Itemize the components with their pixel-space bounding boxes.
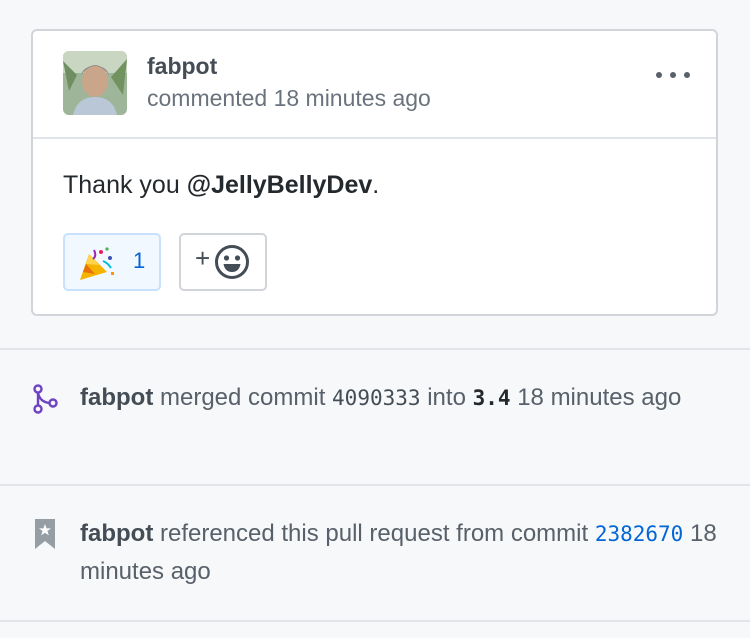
- bookmark-icon: [35, 519, 55, 549]
- comment-time[interactable]: 18 minutes ago: [274, 85, 431, 111]
- branch-name: 3.4: [472, 386, 511, 410]
- more-options-button[interactable]: [656, 65, 690, 85]
- comment-body-prefix: Thank you: [63, 171, 187, 199]
- comment-author[interactable]: fabpot: [147, 53, 217, 80]
- event-verb: merged commit: [159, 384, 326, 411]
- reaction-count: 1: [133, 248, 146, 273]
- reference-event-text: fabpot referenced this pull request from…: [80, 515, 720, 590]
- comment-card: fabpot commented 18 minutes ago Thank yo…: [31, 29, 718, 316]
- more-dot-icon: [684, 72, 690, 78]
- commit-link[interactable]: 2382670: [595, 522, 684, 546]
- event-verb: referenced this pull request from commit: [159, 520, 589, 547]
- more-dot-icon: [670, 72, 676, 78]
- merge-event-text: fabpot merged commit 4090333 into 3.4 18…: [80, 379, 720, 417]
- reaction-button[interactable]: 1: [63, 233, 161, 291]
- timeline-divider: [0, 620, 750, 622]
- more-dot-icon: [656, 72, 662, 78]
- event-actor[interactable]: fabpot: [80, 520, 153, 547]
- event-time[interactable]: 18 minutes ago: [517, 384, 681, 411]
- avatar[interactable]: [63, 51, 127, 115]
- comment-meta: commented 18 minutes ago: [147, 85, 431, 112]
- user-mention[interactable]: @JellyBellyDev: [187, 171, 373, 199]
- commit-link[interactable]: 4090333: [332, 386, 421, 410]
- git-merge-icon: [33, 384, 58, 414]
- smiley-icon: [215, 245, 249, 279]
- plus-label: +: [195, 243, 211, 273]
- comment-header: fabpot commented 18 minutes ago: [33, 31, 716, 139]
- comment-action: commented: [147, 85, 268, 111]
- add-reaction-button[interactable]: +: [179, 233, 267, 291]
- party-popper-icon: [80, 247, 114, 280]
- timeline-divider: [0, 484, 750, 486]
- timeline-divider: [0, 348, 750, 350]
- event-actor[interactable]: fabpot: [80, 384, 153, 411]
- event-preposition: into: [427, 384, 466, 411]
- comment-body-suffix: .: [372, 171, 380, 199]
- comment-body: Thank you @JellyBellyDev.: [63, 171, 379, 200]
